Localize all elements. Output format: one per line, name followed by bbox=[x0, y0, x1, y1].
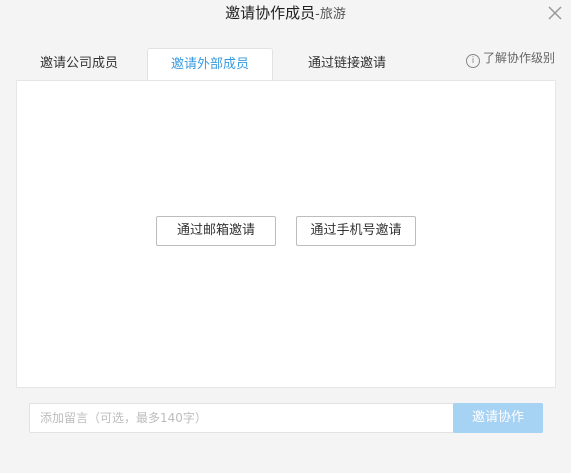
help-link-label: 了解协作级别 bbox=[482, 51, 555, 65]
message-input[interactable] bbox=[29, 403, 457, 433]
tab-external-members[interactable]: 邀请外部成员 bbox=[147, 48, 273, 82]
help-link[interactable]: i 了解协作级别 bbox=[465, 49, 555, 68]
tab-link-invite[interactable]: 通过链接邀请 bbox=[284, 48, 410, 80]
tab-company-members[interactable]: 邀请公司成员 bbox=[16, 48, 142, 80]
close-icon bbox=[548, 6, 562, 20]
dialog-subtitle: -旅游 bbox=[315, 7, 346, 22]
invite-panel: 通过邮箱邀请 通过手机号邀请 bbox=[16, 80, 556, 388]
invite-submit-button[interactable]: 邀请协作 bbox=[453, 403, 543, 433]
invite-by-email-button[interactable]: 通过邮箱邀请 bbox=[156, 216, 276, 246]
dialog-title: 邀请协作成员-旅游 bbox=[0, 0, 571, 28]
dialog-footer: 邀请协作 bbox=[16, 388, 556, 448]
info-icon: i bbox=[465, 54, 480, 68]
close-button[interactable] bbox=[545, 3, 565, 23]
invite-by-phone-button[interactable]: 通过手机号邀请 bbox=[296, 216, 416, 246]
dialog-title-text: 邀请协作成员 bbox=[225, 4, 316, 22]
